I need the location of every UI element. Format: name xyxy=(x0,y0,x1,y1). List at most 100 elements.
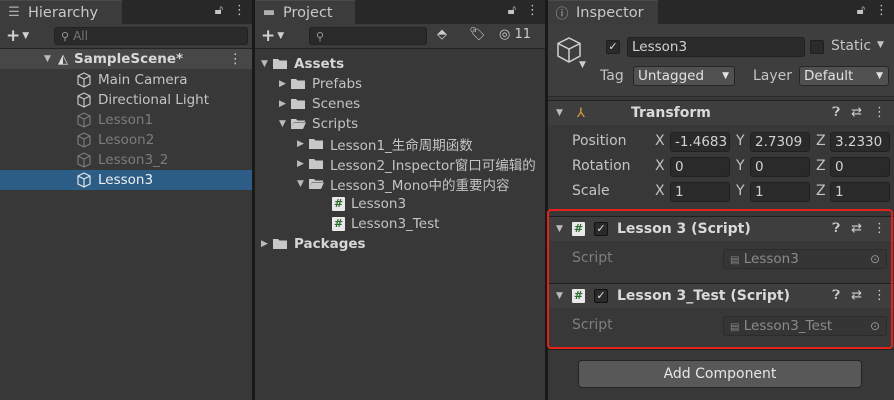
preset-icon[interactable]: ⇄ xyxy=(851,221,862,236)
axis-z-label[interactable]: Z xyxy=(816,133,826,149)
lock-icon[interactable]: 🔓︎ xyxy=(857,3,865,18)
folder-icon xyxy=(291,79,305,89)
collapse-arrow-icon[interactable]: ▶ xyxy=(261,239,273,249)
tree-item-scripts[interactable]: ▼ Scripts xyxy=(255,114,545,134)
create-button[interactable]: + ▼ xyxy=(261,26,284,46)
lock-icon[interactable]: 🔓︎ xyxy=(508,3,516,18)
position-x-field[interactable]: -1.4683 xyxy=(670,132,730,152)
expand-arrow-icon[interactable]: ▼ xyxy=(261,59,273,69)
position-z-field[interactable]: 3.2330 xyxy=(830,132,890,152)
hierarchy-item[interactable]: Directional Light xyxy=(0,90,252,110)
filter-by-label-icon[interactable]: 🏷︎ xyxy=(469,27,486,42)
component-enabled-checkbox[interactable]: ✓ xyxy=(594,222,608,236)
tree-item-script-lesson3-test[interactable]: # Lesson3_Test xyxy=(255,214,545,234)
scale-z-field[interactable]: 1 xyxy=(830,182,890,202)
kebab-menu-icon[interactable]: ⋮ xyxy=(526,3,539,18)
preset-icon[interactable]: ⇄ xyxy=(851,105,862,120)
tree-item-scenes[interactable]: ▶ Scenes xyxy=(255,94,545,114)
component-menu-icon[interactable]: ⋮ xyxy=(873,221,886,236)
project-search-input[interactable]: ⚲ xyxy=(309,27,427,45)
object-picker-icon[interactable]: ⊙ xyxy=(870,317,880,335)
tree-label: Prefabs xyxy=(312,76,363,92)
tab-project[interactable]: ▬ Project xyxy=(255,0,355,24)
tab-inspector[interactable]: ⓘ Inspector xyxy=(548,0,658,24)
tree-item-lesson3[interactable]: ▼ Lesson3_Mono中的重要内容 xyxy=(255,174,545,194)
tag-dropdown[interactable]: Untagged ▼ xyxy=(633,66,735,86)
component-menu-icon[interactable]: ⋮ xyxy=(873,288,886,303)
static-dropdown-icon[interactable]: ▼ xyxy=(877,40,884,50)
object-name-field[interactable]: Lesson3 xyxy=(627,37,805,57)
tree-item-lesson2[interactable]: ▶ Lesson2_Inspector窗口可编辑的 xyxy=(255,154,545,174)
script-object-field[interactable]: ▤ Lesson3 ⊙ xyxy=(723,249,887,269)
hierarchy-item-label: Lesson1 xyxy=(98,112,154,128)
tree-item-script-lesson3[interactable]: # Lesson3 xyxy=(255,194,545,214)
expand-arrow-icon[interactable]: ▼ xyxy=(556,108,568,118)
preset-icon[interactable]: ⇄ xyxy=(851,288,862,303)
layer-dropdown[interactable]: Default ▼ xyxy=(799,66,889,86)
folder-icon xyxy=(273,239,287,249)
component-header-lesson3[interactable]: ▼ # ✓ Lesson 3 (Script) ❓︎ ⇄ ⋮ xyxy=(548,216,894,241)
hierarchy-item-selected[interactable]: Lesson3 xyxy=(0,170,252,190)
axis-y-label[interactable]: Y xyxy=(736,183,745,199)
component-header-lesson3-test[interactable]: ▼ # ✓ Lesson 3_Test (Script) ❓︎ ⇄ ⋮ xyxy=(548,283,894,308)
collapse-arrow-icon[interactable]: ▶ xyxy=(279,99,291,109)
scene-menu-icon[interactable]: ⋮ xyxy=(229,51,243,67)
hierarchy-item[interactable]: Main Camera xyxy=(0,70,252,90)
hierarchy-search-input[interactable]: ⚲ All xyxy=(54,27,248,45)
expand-arrow-icon[interactable]: ▼ xyxy=(44,54,56,64)
axis-y-label[interactable]: Y xyxy=(736,158,745,174)
create-button[interactable]: + ▼ xyxy=(6,26,29,46)
static-checkbox[interactable] xyxy=(810,40,824,54)
tab-project-label: Project xyxy=(283,4,333,21)
scale-x-field[interactable]: 1 xyxy=(670,182,730,202)
transform-axes-icon: ⅄ xyxy=(577,105,585,121)
collapse-arrow-icon[interactable]: ▶ xyxy=(297,139,309,149)
help-icon[interactable]: ❓︎ xyxy=(832,105,840,120)
help-icon[interactable]: ❓︎ xyxy=(832,221,840,236)
transform-header[interactable]: ▼ ⅄ Transform ❓︎ ⇄ ⋮ xyxy=(548,100,894,125)
collapse-arrow-icon[interactable]: ▶ xyxy=(297,159,309,169)
object-picker-icon[interactable]: ⊙ xyxy=(870,250,880,268)
scene-row[interactable]: ▼ ◭ SampleScene* ⋮ xyxy=(0,49,252,69)
filter-by-type-icon[interactable]: ⬘ xyxy=(437,27,447,42)
axis-y-label[interactable]: Y xyxy=(736,133,745,149)
scale-y-field[interactable]: 1 xyxy=(750,182,810,202)
tab-hierarchy[interactable]: ☰ Hierarchy xyxy=(0,0,122,24)
tree-label: Lesson1_生命周期函数 xyxy=(330,138,473,154)
expand-arrow-icon[interactable]: ▼ xyxy=(279,119,291,129)
tree-item-assets[interactable]: ▼ Assets xyxy=(255,54,545,74)
script-object-field[interactable]: ▤ Lesson3_Test ⊙ xyxy=(723,316,887,336)
hierarchy-item[interactable]: Lesson1 xyxy=(0,110,252,130)
kebab-menu-icon[interactable]: ⋮ xyxy=(875,3,888,18)
active-checkbox[interactable]: ✓ xyxy=(606,40,620,54)
hierarchy-item[interactable]: Lesson3_2 xyxy=(0,150,252,170)
gameobject-header: ▼ ✓ Lesson3 Static ▼ Tag Untagged ▼ Layer… xyxy=(548,24,894,97)
expand-arrow-icon[interactable]: ▼ xyxy=(556,291,568,301)
rotation-x-field[interactable]: 0 xyxy=(670,157,730,177)
script-field-value: Lesson3_Test xyxy=(743,318,833,334)
axis-x-label[interactable]: X xyxy=(655,133,665,149)
expand-arrow-icon[interactable]: ▼ xyxy=(297,179,309,189)
rotation-y-field[interactable]: 0 xyxy=(750,157,810,177)
position-y-field[interactable]: 2.7309 xyxy=(750,132,810,152)
help-icon[interactable]: ❓︎ xyxy=(832,288,840,303)
lock-icon[interactable]: 🔓︎ xyxy=(215,3,223,18)
rotation-z-field[interactable]: 0 xyxy=(830,157,890,177)
hierarchy-item[interactable]: Lesoon2 xyxy=(0,130,252,150)
tree-item-prefabs[interactable]: ▶ Prefabs xyxy=(255,74,545,94)
expand-arrow-icon[interactable]: ▼ xyxy=(556,224,568,234)
collapse-arrow-icon[interactable]: ▶ xyxy=(279,79,291,89)
add-component-button[interactable]: Add Component xyxy=(578,360,862,388)
axis-x-label[interactable]: X xyxy=(655,183,665,199)
hidden-packages-toggle[interactable]: ◎ 11 xyxy=(499,27,531,42)
tree-item-lesson1[interactable]: ▶ Lesson1_生命周期函数 xyxy=(255,134,545,154)
axis-x-label[interactable]: X xyxy=(655,158,665,174)
kebab-menu-icon[interactable]: ⋮ xyxy=(233,3,246,18)
axis-z-label[interactable]: Z xyxy=(816,158,826,174)
axis-z-label[interactable]: Z xyxy=(816,183,826,199)
component-menu-icon[interactable]: ⋮ xyxy=(873,105,886,120)
icon-dropdown-arrow-icon[interactable]: ▼ xyxy=(579,60,586,70)
component-enabled-checkbox[interactable]: ✓ xyxy=(594,289,608,303)
folder-open-icon xyxy=(273,59,287,69)
tree-item-packages[interactable]: ▶ Packages xyxy=(255,234,545,254)
